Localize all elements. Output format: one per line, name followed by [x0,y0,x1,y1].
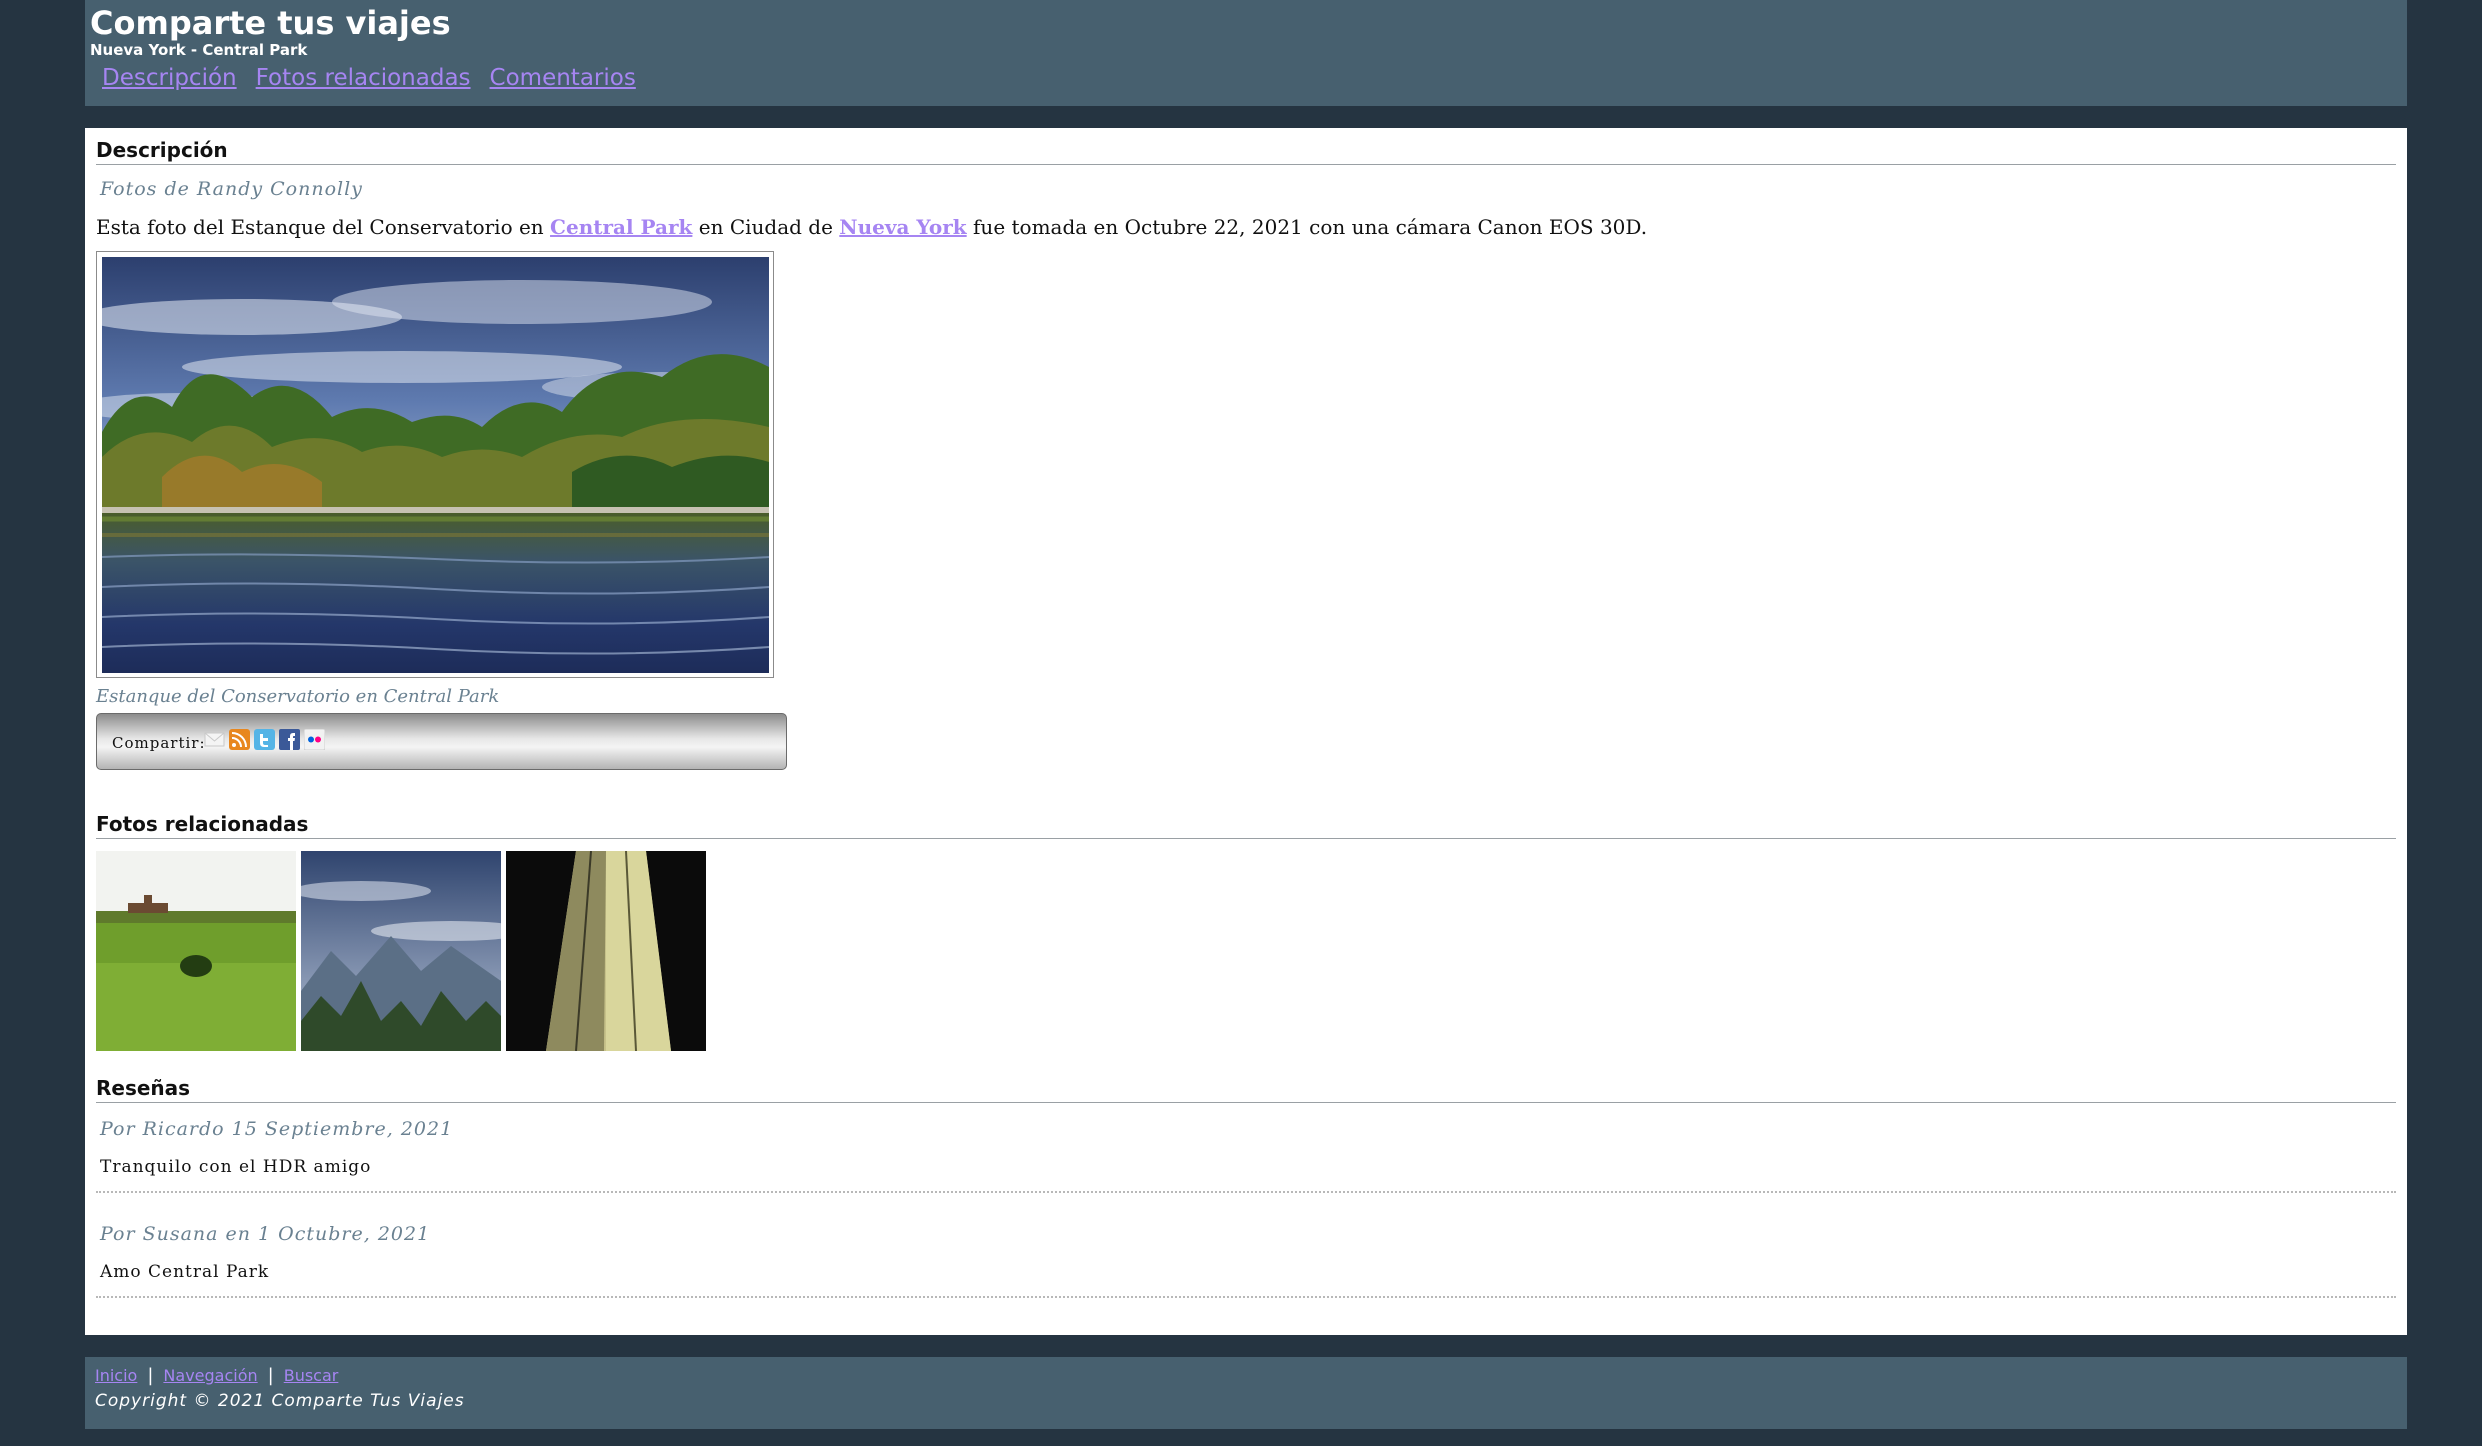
main-photo-frame [96,251,774,678]
related-photo-field[interactable] [96,851,296,1051]
site-footer: Inicio | Navegación | Buscar Copyright © 202… [85,1357,2407,1429]
photo-byline: Fotos de Randy Connolly [100,178,363,200]
review-author: Por Susana en 1 Octubre, 2021 [100,1223,431,1245]
twitter-icon[interactable] [254,729,275,750]
reviews-heading: Reseñas [96,1076,2396,1103]
footer-separator: | [267,1365,274,1386]
related-photos-heading: Fotos relacionadas [96,812,2396,839]
footer-link-inicio[interactable]: Inicio [95,1366,137,1385]
site-header: Comparte tus viajes Nueva York - Central… [85,0,2407,106]
description-text-part: fue tomada en Octubre 22, 2021 con una c… [966,215,1648,239]
rss-icon[interactable] [229,729,250,750]
share-bar: Compartir: [96,713,787,770]
top-navigation: Descripción Fotos relacionadas Comentari… [102,65,636,91]
review-text: Amo Central Park [100,1262,270,1282]
photo-description: Esta foto del Estanque del Conservatorio… [96,215,1647,239]
share-icons [204,728,326,751]
central-park-link[interactable]: Central Park [550,215,692,239]
main-content: Descripción Fotos de Randy Connolly Esta… [85,128,2407,1335]
footer-link-buscar[interactable]: Buscar [284,1366,339,1385]
nav-link-fotos-relacionadas[interactable]: Fotos relacionadas [256,65,471,91]
email-icon[interactable] [204,729,225,750]
footer-separator: | [147,1365,154,1386]
nav-link-descripcion[interactable]: Descripción [102,65,237,91]
site-title: Comparte tus viajes [90,4,451,42]
review-text: Tranquilo con el HDR amigo [100,1157,372,1177]
photo-caption: Estanque del Conservatorio en Central Pa… [96,686,500,707]
main-photo [102,257,769,673]
review-divider [96,1191,2396,1193]
site-subtitle: Nueva York - Central Park [90,41,308,59]
related-photo-skyscraper[interactable] [506,851,706,1051]
review-author: Por Ricardo 15 Septiembre, 2021 [100,1118,454,1140]
facebook-icon[interactable] [279,729,300,750]
description-text-part: Esta foto del Estanque del Conservatorio… [96,215,551,239]
footer-navigation: Inicio | Navegación | Buscar [95,1365,338,1386]
nueva-york-link[interactable]: Nueva York [839,215,966,239]
description-heading: Descripción [96,138,2396,165]
flickr-icon[interactable] [303,728,326,751]
related-photo-mountains[interactable] [301,851,501,1051]
footer-link-navegacion[interactable]: Navegación [163,1366,257,1385]
related-photos [96,851,706,1051]
copyright: Copyright © 2021 Comparte Tus Viajes [95,1391,465,1411]
review-divider [96,1296,2396,1298]
description-text-part: en Ciudad de [692,215,840,239]
share-label: Compartir: [112,734,206,752]
nav-link-comentarios[interactable]: Comentarios [490,65,636,91]
